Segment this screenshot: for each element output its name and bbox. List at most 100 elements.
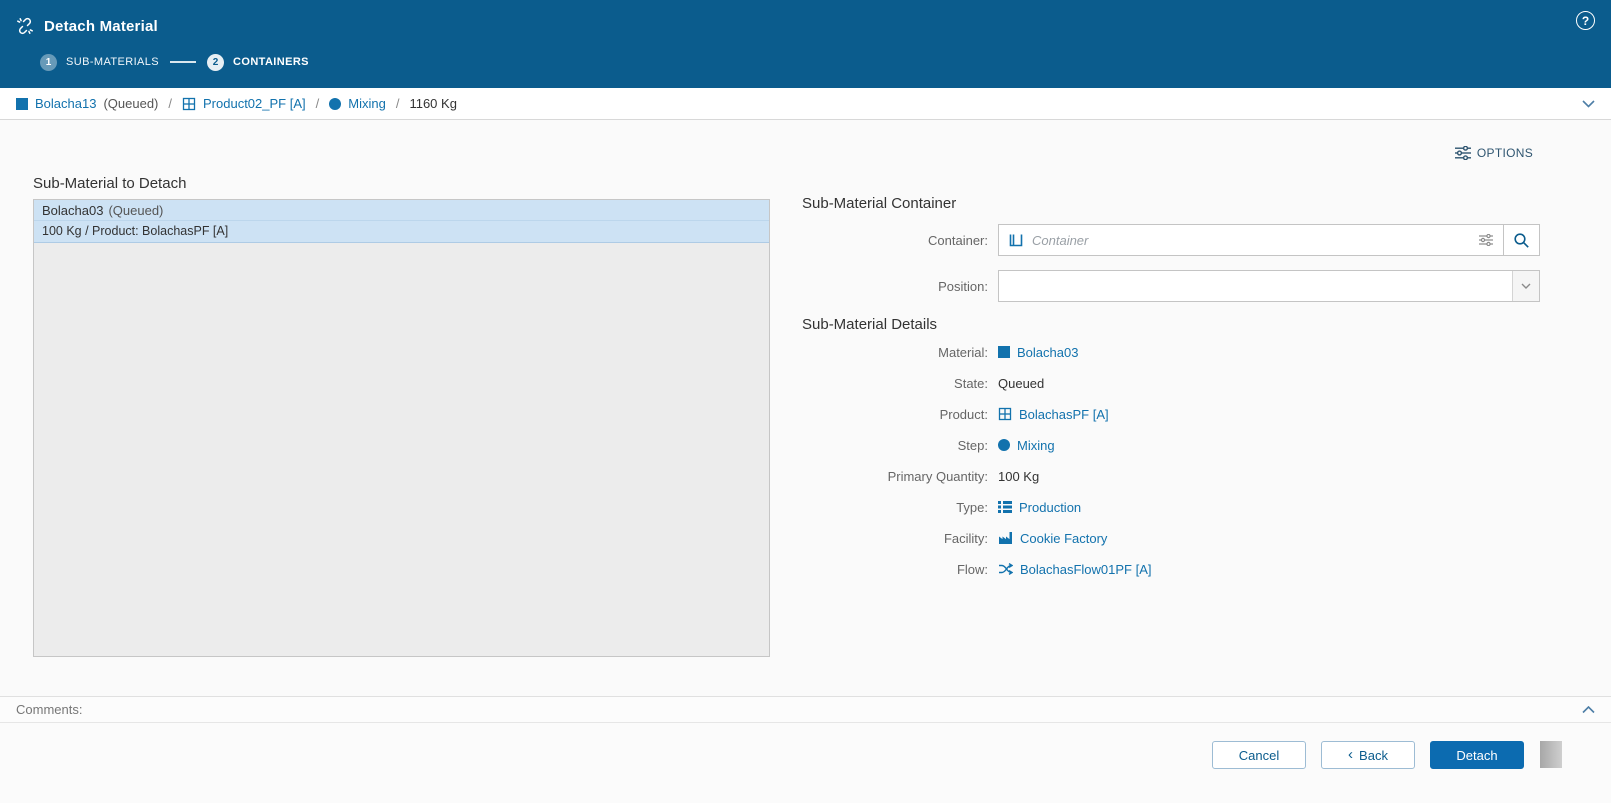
facility-icon (998, 531, 1013, 545)
dropdown-chevron-icon (1521, 283, 1531, 289)
type-link[interactable]: Production (998, 500, 1081, 515)
material-icon (998, 346, 1010, 358)
list-item-name: Bolacha03 (42, 203, 104, 218)
detail-value-text: Production (1019, 499, 1082, 515)
material-icon (16, 97, 28, 110)
step-number: 2 (207, 53, 225, 71)
list-item-header: Bolacha03 (Queued) (34, 200, 769, 221)
position-dropdown-button[interactable] (1512, 271, 1539, 301)
main-content: OPTIONS Sub-Material to Detach Bolacha03… (0, 120, 1611, 696)
detail-label: Material: (938, 344, 988, 360)
wizard-steps: 1 SUB-MATERIALS 2 CONTAINERS (0, 44, 1611, 80)
help-glyph: ? (1581, 13, 1590, 28)
step-number: 1 (40, 53, 57, 71)
detail-value-text: Queued (998, 375, 1045, 391)
detail-value-text: Mixing (1017, 437, 1055, 453)
options-icon (1454, 146, 1471, 160)
header-title-row: Detach Material (0, 10, 1611, 42)
facility-link[interactable]: Cookie Factory (998, 531, 1107, 546)
detail-row-material: Material: Bolacha03 (802, 343, 1547, 361)
detail-label: Primary Quantity: (887, 468, 988, 484)
container-panel: Sub-Material Container Container: Contai… (802, 195, 1547, 591)
detail-label: Step: (957, 437, 988, 453)
step-label: SUB-MATERIALS (66, 56, 160, 68)
position-row: Position: (802, 270, 1547, 302)
container-row: Container: (802, 224, 1547, 256)
list-item[interactable]: Bolacha03 (Queued) 100 Kg / Product: Bol… (34, 200, 769, 243)
detail-row-primary-quantity: Primary Quantity: 100 Kg (802, 467, 1547, 485)
breadcrumb-step-link[interactable]: Mixing (348, 96, 386, 111)
comments-bar: Comments: (0, 696, 1611, 723)
breadcrumb-separator: / (395, 96, 400, 111)
container-label: Container: (928, 232, 988, 248)
step-icon (329, 97, 342, 110)
detail-label: Product: (939, 406, 988, 422)
position-select[interactable] (998, 270, 1540, 302)
header: Detach Material ? 1 SUB-MATERIALS 2 CONT… (0, 0, 1611, 88)
filter-icon[interactable] (1479, 234, 1493, 246)
step-connector (170, 61, 197, 63)
detail-row-step: Step: Mixing (802, 436, 1547, 454)
detail-label: Type: (956, 499, 988, 515)
type-icon (998, 501, 1012, 513)
state-value: Queued (998, 376, 1044, 391)
detail-value-text: Bolacha03 (1017, 344, 1079, 360)
cancel-button[interactable]: Cancel (1212, 741, 1306, 769)
comments-label: Comments: (16, 702, 83, 717)
flow-link[interactable]: BolachasFlow01PF [A] (998, 562, 1152, 577)
material-link[interactable]: Bolacha03 (998, 345, 1078, 360)
container-section-title: Sub-Material Container (802, 195, 957, 212)
detail-row-flow: Flow: BolachasFlow01PF [A] (802, 560, 1547, 578)
list-item-state: (Queued) (108, 203, 164, 218)
back-label: Back (1359, 747, 1388, 763)
container-input[interactable] (1030, 225, 1469, 255)
page-title: Detach Material (44, 17, 158, 35)
breadcrumb-separator: / (315, 96, 320, 111)
scrollbar-thumb[interactable] (1540, 741, 1562, 768)
sub-material-panel: Sub-Material to Detach Bolacha03 (Queued… (33, 175, 770, 657)
chevron-up-icon[interactable] (1582, 705, 1595, 714)
detail-row-product: Product: BolachasPF [A] (802, 405, 1547, 423)
container-field (998, 224, 1540, 256)
step-icon (998, 439, 1010, 451)
breadcrumb-product-link[interactable]: Product02_PF [A] (203, 96, 306, 111)
detail-row-type: Type: Production (802, 498, 1547, 516)
detail-value-text: BolachasPF [A] (1019, 406, 1109, 422)
help-icon[interactable]: ? (1576, 11, 1595, 30)
breadcrumb: Bolacha13 (Queued) / Product02_PF [A] / … (0, 88, 1611, 120)
details-section-title: Sub-Material Details (802, 316, 938, 333)
back-chevron-icon: ‹ (1348, 745, 1354, 763)
detail-row-state: State: Queued (802, 374, 1547, 392)
sub-material-panel-title: Sub-Material to Detach (33, 175, 187, 192)
step-link[interactable]: Mixing (998, 438, 1055, 453)
chevron-down-icon[interactable] (1582, 99, 1595, 108)
options-label: OPTIONS (1476, 146, 1533, 160)
detach-button[interactable]: Detach (1430, 741, 1524, 769)
footer: Cancel ‹ Back Detach (0, 723, 1611, 803)
wizard-step-sub-materials[interactable]: 1 SUB-MATERIALS (40, 53, 160, 71)
product-icon (182, 97, 196, 111)
cancel-label: Cancel (1238, 747, 1280, 763)
product-icon (998, 407, 1012, 421)
search-button[interactable] (1503, 225, 1539, 255)
detail-value-text: Cookie Factory (1020, 530, 1108, 546)
step-label: CONTAINERS (233, 56, 309, 68)
detail-label: Flow: (956, 561, 988, 577)
wizard-step-containers[interactable]: 2 CONTAINERS (207, 53, 309, 71)
position-label: Position: (938, 278, 988, 294)
list-item-details: 100 Kg / Product: BolachasPF [A] (42, 224, 229, 238)
breadcrumb-material-state: (Queued) (103, 96, 159, 111)
detail-row-facility: Facility: Cookie Factory (802, 529, 1547, 547)
detail-value-text: BolachasFlow01PF [A] (1020, 561, 1152, 577)
detail-label: Facility: (943, 530, 988, 546)
flow-icon (998, 562, 1013, 576)
product-link[interactable]: BolachasPF [A] (998, 407, 1109, 422)
breadcrumb-quantity: 1160 Kg (409, 96, 457, 111)
detach-label: Detach (1456, 747, 1498, 763)
detach-icon (16, 17, 34, 35)
breadcrumb-material-link[interactable]: Bolacha13 (35, 96, 96, 111)
back-button[interactable]: ‹ Back (1321, 741, 1415, 769)
options-button[interactable]: OPTIONS (1454, 146, 1533, 160)
breadcrumb-separator: / (168, 96, 172, 111)
detail-label: State: (954, 375, 988, 391)
